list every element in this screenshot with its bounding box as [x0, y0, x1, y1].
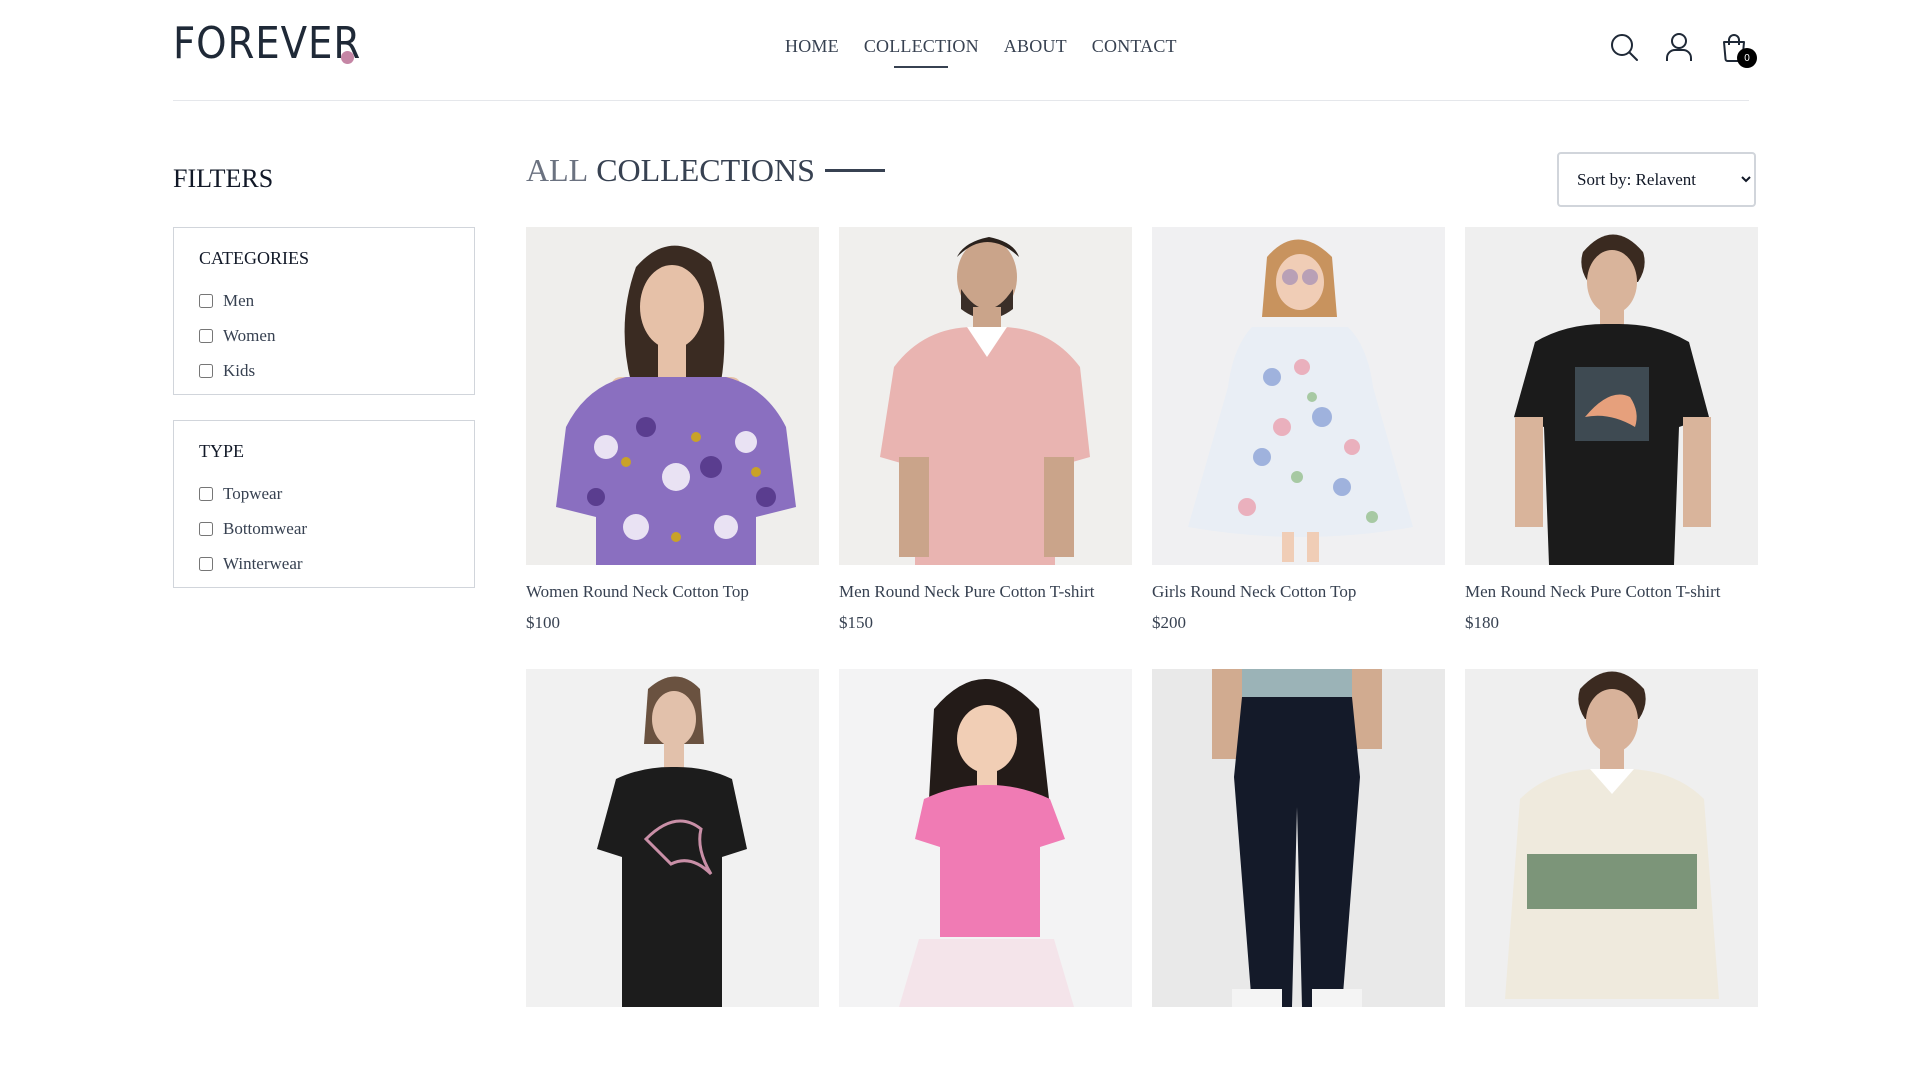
filter-option-winterwear[interactable]: Winterwear [199, 546, 449, 581]
filter-label: Kids [223, 360, 256, 380]
product-price: $200 [1152, 613, 1186, 632]
product-card[interactable] [839, 669, 1132, 1077]
product-image[interactable] [839, 669, 1132, 1007]
product-card[interactable]: Women Round Neck Cotton Top $100 [526, 227, 819, 635]
product-grid: Women Round Neck Cotton Top $100 Men Rou… [526, 227, 1758, 1077]
product-name[interactable]: Girls Round Neck Cotton Top [1152, 582, 1445, 604]
product-name[interactable] [839, 1024, 1132, 1046]
product-price [1152, 1055, 1445, 1077]
product-card[interactable]: Men Round Neck Pure Cotton T-shirt $150 [839, 227, 1132, 635]
filter-label: Winterwear [223, 553, 303, 573]
cart-icon[interactable]: 0 [1719, 32, 1757, 68]
checkbox-bottomwear[interactable] [199, 521, 213, 536]
nav-collection[interactable]: COLLECTION [864, 36, 979, 57]
product-card[interactable] [1152, 669, 1445, 1077]
header-icons: 0 [1609, 32, 1757, 68]
sort-select[interactable]: Sort by: Relavent [1557, 152, 1756, 207]
nav-home[interactable]: HOME [785, 36, 839, 57]
site-header: FOREVER HOME COLLECTION ABOUT CONTACT 0 [173, 0, 1757, 101]
product-price [839, 1055, 1132, 1077]
product-name[interactable] [1152, 1024, 1445, 1046]
logo-text: FOREVER [173, 18, 362, 69]
nav-about[interactable]: ABOUT [1004, 36, 1067, 57]
title-dark: COLLECTIONS [596, 152, 815, 188]
filter-label: Men [223, 290, 255, 310]
product-name[interactable] [1465, 1024, 1758, 1046]
filter-label: Topwear [223, 483, 283, 503]
product-card[interactable] [1465, 669, 1758, 1077]
product-price: $180 [1465, 613, 1499, 632]
product-image[interactable] [1465, 227, 1758, 565]
product-image[interactable] [526, 669, 819, 1007]
checkbox-kids[interactable] [199, 363, 213, 378]
logo-dot [341, 51, 354, 64]
checkbox-women[interactable] [199, 328, 213, 343]
product-name[interactable]: Men Round Neck Pure Cotton T-shirt [1465, 582, 1758, 604]
categories-filter: CATEGORIES Men Women Kids [173, 227, 475, 395]
type-filter: TYPE Topwear Bottomwear Winterwear [173, 420, 475, 588]
product-card[interactable]: Girls Round Neck Cotton Top $200 [1152, 227, 1445, 635]
cart-count-badge: 0 [1737, 48, 1757, 68]
product-price [1465, 1055, 1758, 1077]
product-image[interactable] [839, 227, 1132, 565]
page-title: ALL COLLECTIONS [526, 152, 885, 189]
nav-contact[interactable]: CONTACT [1092, 36, 1177, 57]
search-icon[interactable] [1609, 32, 1639, 62]
product-name[interactable]: Men Round Neck Pure Cotton T-shirt [839, 582, 1132, 604]
product-price [526, 1055, 819, 1077]
filter-option-bottomwear[interactable]: Bottomwear [199, 511, 449, 546]
type-heading: TYPE [199, 441, 244, 461]
checkbox-winterwear[interactable] [199, 556, 213, 571]
filter-label: Women [223, 325, 276, 345]
main-nav: HOME COLLECTION ABOUT CONTACT [785, 36, 1177, 57]
categories-heading: CATEGORIES [199, 248, 310, 268]
profile-icon[interactable] [1664, 32, 1694, 62]
checkbox-men[interactable] [199, 293, 213, 308]
product-image[interactable] [1152, 227, 1445, 565]
product-card[interactable] [526, 669, 819, 1077]
filter-option-kids[interactable]: Kids [199, 353, 449, 388]
product-name[interactable] [526, 1024, 819, 1046]
title-light: ALL [526, 152, 589, 188]
product-image[interactable] [1465, 669, 1758, 1007]
product-price: $150 [839, 613, 873, 632]
checkbox-topwear[interactable] [199, 486, 213, 501]
product-price: $100 [526, 613, 560, 632]
filters-title[interactable]: FILTERS [173, 164, 273, 194]
product-name[interactable]: Women Round Neck Cotton Top [526, 582, 819, 604]
filter-option-men[interactable]: Men [199, 283, 449, 318]
filter-option-topwear[interactable]: Topwear [199, 476, 449, 511]
product-card[interactable]: Men Round Neck Pure Cotton T-shirt $180 [1465, 227, 1758, 635]
brand-logo[interactable]: FOREVER [173, 22, 387, 66]
title-underline [824, 169, 885, 172]
filter-option-women[interactable]: Women [199, 318, 449, 353]
filter-label: Bottomwear [223, 518, 308, 538]
product-image[interactable] [1152, 669, 1445, 1007]
product-image[interactable] [526, 227, 819, 565]
